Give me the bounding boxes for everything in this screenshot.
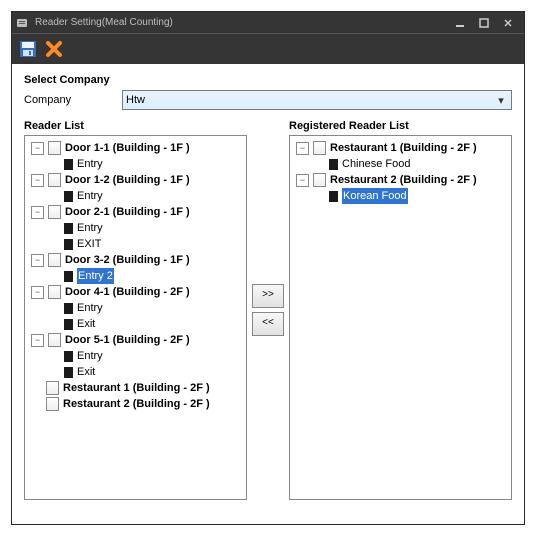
reader-icon (64, 351, 73, 362)
section-title: Select Company (24, 74, 512, 86)
collapse-icon[interactable]: − (296, 142, 309, 155)
collapse-icon[interactable]: − (31, 142, 44, 155)
node-label: Door 1-2 (Building - 1F ) (65, 172, 190, 188)
window-title: Reader Setting(Meal Counting) (35, 17, 173, 28)
reader-icon (64, 223, 73, 234)
reader-list-box[interactable]: −Door 1-1 (Building - 1F )Entry−Door 1-2… (24, 135, 247, 500)
tree-leaf[interactable]: Entry (27, 156, 244, 172)
reader-icon (64, 303, 73, 314)
collapse-icon[interactable]: − (31, 174, 44, 187)
tree-node[interactable]: − Door 1-2 (Building - 1F ) (27, 172, 244, 188)
minimize-button[interactable] (448, 14, 472, 31)
reader-icon (329, 191, 338, 202)
reader-icon (64, 319, 73, 330)
toolbar (12, 33, 524, 64)
node-label: Restaurant 2 (Building - 2F ) (330, 172, 477, 188)
reader-icon (64, 159, 73, 170)
tree-leaf[interactable]: Korean Food (292, 188, 509, 204)
collapse-icon[interactable]: − (31, 206, 44, 219)
company-label: Company (24, 94, 122, 106)
reader-icon (64, 239, 73, 250)
node-label: Door 5-1 (Building - 2F ) (65, 332, 190, 348)
document-icon (46, 381, 59, 395)
collapse-icon[interactable]: − (296, 174, 309, 187)
document-icon (313, 173, 326, 187)
collapse-icon[interactable]: − (31, 254, 44, 267)
node-label: Door 3-2 (Building - 1F ) (65, 252, 190, 268)
document-icon (48, 141, 61, 155)
tree-leaf[interactable]: Exit (27, 364, 244, 380)
document-icon (313, 141, 326, 155)
node-label: Door 4-1 (Building - 2F ) (65, 284, 190, 300)
collapse-icon[interactable]: − (31, 334, 44, 347)
collapse-icon[interactable]: − (31, 286, 44, 299)
transfer-buttons: >> << (251, 120, 285, 500)
remove-button[interactable]: << (252, 312, 284, 336)
leaf-label: Chinese Food (342, 156, 411, 172)
reader-list-title: Reader List (24, 120, 247, 132)
tree-node[interactable]: Restaurant 2 (Building - 2F ) (27, 396, 244, 412)
registered-list-column: Registered Reader List − Restaurant 1 (Bu… (289, 120, 512, 500)
tree-node[interactable]: − Door 4-1 (Building - 2F ) (27, 284, 244, 300)
tree-node[interactable]: Restaurant 1 (Building - 2F ) (27, 380, 244, 396)
tree-leaf[interactable]: Entry 2 (27, 268, 244, 284)
add-button[interactable]: >> (252, 284, 284, 308)
leaf-label: Entry (77, 220, 103, 236)
node-label: Door 2-1 (Building - 1F ) (65, 204, 190, 220)
tree-leaf[interactable]: Entry (27, 300, 244, 316)
tree-leaf[interactable]: Chinese Food (292, 156, 509, 172)
tree-leaf[interactable]: EXIT (27, 236, 244, 252)
document-icon (46, 397, 59, 411)
leaf-label: Korean Food (342, 188, 408, 204)
node-label: Door 1-1 (Building - 1F ) (65, 140, 190, 156)
tree-node[interactable]: − Restaurant 2 (Building - 2F ) (292, 172, 509, 188)
tree-leaf[interactable]: Entry (27, 188, 244, 204)
tree-node[interactable]: − Door 5-1 (Building - 2F ) (27, 332, 244, 348)
node-label: Restaurant 1 (Building - 2F ) (330, 140, 477, 156)
reader-list-column: Reader List −Door 1-1 (Building - 1F )En… (24, 120, 247, 500)
app-icon (16, 17, 30, 29)
document-icon (48, 285, 61, 299)
registered-list-box[interactable]: − Restaurant 1 (Building - 2F )Chinese Fo… (289, 135, 512, 500)
leaf-label: Exit (77, 364, 95, 380)
tree-node[interactable]: − Door 3-2 (Building - 1F ) (27, 252, 244, 268)
content-area: Select Company Company Htw ▾ Reader List… (12, 64, 524, 524)
document-icon (48, 253, 61, 267)
tree-node[interactable]: − Restaurant 1 (Building - 2F ) (292, 140, 509, 156)
reader-icon (329, 159, 338, 170)
reader-icon (64, 271, 73, 282)
tree-leaf[interactable]: Exit (27, 316, 244, 332)
leaf-label: Entry (77, 188, 103, 204)
reader-icon (64, 367, 73, 378)
save-button[interactable] (18, 39, 38, 59)
node-label: Restaurant 1 (Building - 2F ) (63, 380, 210, 396)
app-window: Reader Setting(Meal Counting) Select Com… (11, 11, 525, 525)
titlebar[interactable]: Reader Setting(Meal Counting) (12, 12, 524, 33)
tree-leaf[interactable]: Entry (27, 220, 244, 236)
close-button[interactable] (496, 14, 520, 31)
company-row: Company Htw ▾ (24, 90, 512, 110)
document-icon (48, 333, 61, 347)
leaf-label: Entry 2 (77, 268, 114, 284)
leaf-label: EXIT (77, 236, 101, 252)
chevron-down-icon: ▾ (494, 94, 508, 107)
company-value: Htw (126, 94, 145, 106)
leaf-label: Exit (77, 316, 95, 332)
leaf-label: Entry (77, 348, 103, 364)
reader-icon (64, 191, 73, 202)
node-label: Restaurant 2 (Building - 2F ) (63, 396, 210, 412)
company-dropdown[interactable]: Htw ▾ (122, 90, 512, 110)
tree-node[interactable]: − Door 1-1 (Building - 1F ) (27, 140, 244, 156)
document-icon (48, 205, 61, 219)
tree-node[interactable]: − Door 2-1 (Building - 1F ) (27, 204, 244, 220)
cancel-button[interactable] (44, 39, 64, 59)
leaf-label: Entry (77, 300, 103, 316)
tree-leaf[interactable]: Entry (27, 348, 244, 364)
leaf-label: Entry (77, 156, 103, 172)
document-icon (48, 173, 61, 187)
maximize-button[interactable] (472, 14, 496, 31)
registered-list-title: Registered Reader List (289, 120, 512, 132)
